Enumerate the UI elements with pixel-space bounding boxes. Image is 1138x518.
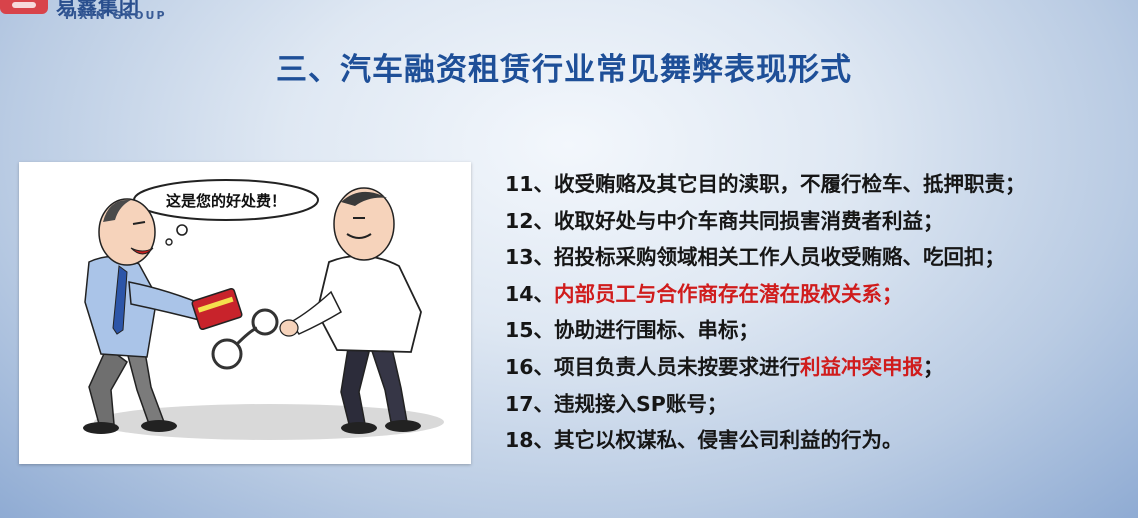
highlight-text: 利益冲突申报 <box>800 354 924 379</box>
slide-title: 三、汽车融资租赁行业常见舞弊表现形式 <box>276 52 852 88</box>
bribery-cartoon: 这是您的好处费！ <box>19 162 471 464</box>
car-logo-icon <box>0 0 48 14</box>
official-figure <box>279 187 422 434</box>
fraud-list: 11、收受贿赂及其它目的渎职，不履行检车、抵押职责； 12、收取好处与中介车商共… <box>505 166 1026 459</box>
speech-bubble: 这是您的好处费！ <box>133 179 319 246</box>
list-item: 16、项目负责人员未按要求进行利益冲突申报； <box>505 354 944 379</box>
money-bundle-icon <box>191 287 243 331</box>
list-item: 13、招投标采购领域相关工作人员收受贿赂、吃回扣； <box>505 245 1006 270</box>
logo-english-name: YIXIN GROUP <box>63 9 167 22</box>
list-item: 17、违规接入SP账号； <box>505 391 728 416</box>
highlight-text: 内部员工与合作商存在潜在股权关系； <box>554 281 903 306</box>
company-logo: 易鑫集团 YIXIN GROUP <box>0 0 190 22</box>
list-item: 11、收受贿赂及其它目的渎职，不履行检车、抵押职责； <box>505 172 1026 196</box>
list-item: 14、内部员工与合作商存在潜在股权关系； <box>505 281 903 306</box>
list-item: 18、其它以权谋私、侵害公司利益的行为。 <box>505 428 903 453</box>
list-item: 12、收取好处与中介车商共同损害消费者利益； <box>505 208 944 233</box>
briber-figure <box>83 198 210 434</box>
list-item: 15、协助进行围标、串标； <box>505 318 760 343</box>
speech-bubble-text: 这是您的好处费！ <box>166 192 286 210</box>
